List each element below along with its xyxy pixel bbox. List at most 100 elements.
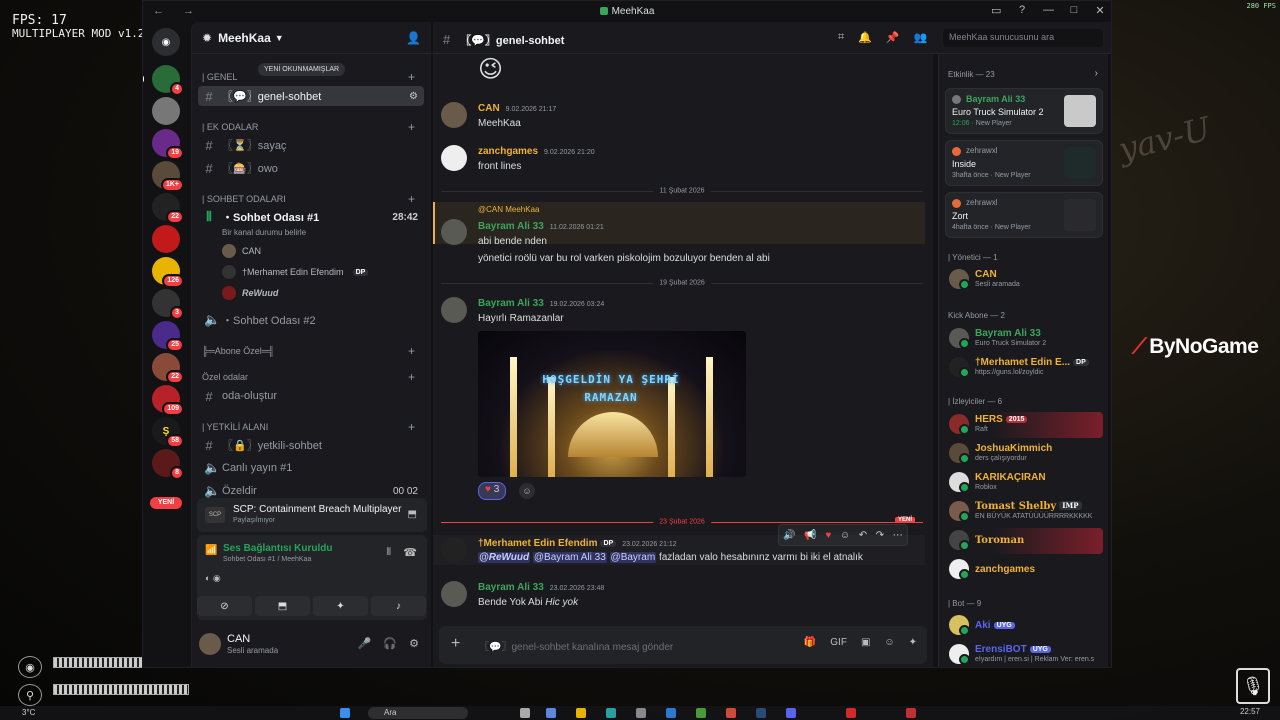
member-item[interactable]: Bayram Ali 33 Euro Truck Simulator 2: [945, 326, 1103, 352]
server-icon-10[interactable]: 22: [152, 353, 184, 384]
sticker-icon[interactable]: ▣: [861, 637, 870, 648]
chevron-right-icon[interactable]: ›: [1095, 68, 1098, 79]
avatar[interactable]: [441, 219, 467, 245]
member-item[interactable]: ErensiBOT UYG eİyardım | eren.si | Reklam …: [945, 642, 1103, 667]
message-author[interactable]: Bayram Ali 33 11.02.2026 01:21: [478, 221, 604, 232]
channel-status-hint[interactable]: Bir kanal durumu belirle: [222, 228, 306, 237]
server-icon-1[interactable]: 4: [143, 65, 184, 96]
start-icon[interactable]: [340, 708, 350, 718]
member-item[interactable]: HERS 2015 Raft: [945, 412, 1103, 438]
category-ek[interactable]: | EK ODALAR +: [202, 120, 415, 134]
soundboard-button[interactable]: ♪: [371, 596, 426, 616]
message-author[interactable]: Bayram Ali 33 23.02.2026 23:48: [478, 582, 604, 593]
discord-icon[interactable]: [786, 708, 796, 718]
server-icon-7[interactable]: 126: [152, 257, 184, 288]
category-sohbet[interactable]: | SOHBET ODALARI +: [202, 192, 415, 206]
avatar[interactable]: [199, 633, 221, 655]
help-icon[interactable]: ?: [1017, 4, 1027, 17]
voice-channel-sohbet-1[interactable]: ⫴ ・Sohbet Odası #1 28:42: [198, 207, 424, 227]
member-item[interactable]: †Merhamet Edin E... DP https://guns.lol/zo…: [945, 355, 1103, 381]
server-icon-12[interactable]: Ş 58: [152, 417, 184, 448]
maximize-button[interactable]: □: [1069, 4, 1079, 17]
member-list-icon[interactable]: 👥: [914, 31, 928, 44]
activities-button[interactable]: ✦: [313, 596, 368, 616]
disconnect-icon[interactable]: ☎: [403, 546, 417, 559]
member-item[interactable]: KARIKAÇIRAN Roblox: [945, 470, 1103, 496]
message-composer[interactable]: + 〖💬〗genel-sohbet kanalına mesaj gönder …: [439, 626, 927, 664]
apps-icon[interactable]: ✦: [909, 637, 917, 648]
category-ozel[interactable]: Özel odalar +: [202, 370, 415, 384]
emoji-icon[interactable]: ☺: [884, 637, 894, 648]
chrome-icon[interactable]: [726, 708, 736, 718]
server-icon-2[interactable]: [152, 97, 180, 125]
gif-icon[interactable]: GIF: [830, 637, 847, 648]
add-channel-icon[interactable]: +: [408, 344, 415, 358]
share-screen-icon[interactable]: ⬒: [408, 509, 417, 520]
clock[interactable]: 22:57: [1240, 707, 1260, 716]
dm-home-button[interactable]: ◉: [152, 28, 180, 56]
channel-sayac[interactable]: # 〖⏳〗sayaç: [198, 135, 424, 155]
activity-card[interactable]: zehrawxl Zort 4hafta önce · New Player: [945, 192, 1103, 238]
server-icon-6[interactable]: [152, 225, 180, 253]
attachment-image[interactable]: HOŞGELDİN YA ŞEHRİ RAMAZAN: [478, 331, 746, 477]
settings-gear-icon[interactable]: ⚙: [409, 637, 419, 650]
avatar[interactable]: [441, 145, 467, 171]
app-icon[interactable]: [546, 708, 556, 718]
app-icon[interactable]: [906, 708, 916, 718]
add-reaction-button[interactable]: ☺: [519, 483, 535, 499]
upload-plus-icon[interactable]: +: [451, 635, 460, 653]
voice-status[interactable]: Ses Bağlantısı Kuruldu: [223, 543, 332, 554]
microphone-icon[interactable]: 🎤: [358, 637, 372, 650]
category-genel[interactable]: | GENEL +: [202, 70, 415, 84]
inbox-icon[interactable]: ▭: [991, 4, 1001, 17]
minimize-button[interactable]: —: [1043, 4, 1054, 17]
new-unreads-label[interactable]: YENİ: [150, 497, 182, 509]
message-author[interactable]: †Merhamet Edin Efendim DP 23.02.2026 21:12: [478, 538, 677, 549]
server-icon-4[interactable]: 1K+: [152, 161, 184, 192]
camera-off-button[interactable]: ⊘: [197, 596, 252, 616]
invite-icon[interactable]: 👤: [406, 31, 421, 45]
app-icon[interactable]: [666, 708, 676, 718]
voice-user[interactable]: †Merhamet Edin Efendim DP: [222, 265, 369, 279]
channel-canli-yayin[interactable]: 🔈 Canlı yayın #1: [198, 458, 424, 478]
headphones-icon[interactable]: 🎧: [383, 637, 397, 650]
app-icon[interactable]: [696, 708, 706, 718]
gift-icon[interactable]: 🎁: [804, 637, 816, 648]
member-item[interactable]: Tomast Shelby IMP EN BÜYÜK ATATÜÜÜÜRRRRKKK…: [945, 499, 1103, 525]
server-icon-9[interactable]: 25: [152, 321, 184, 352]
search-input[interactable]: MeehKaa sunucusunu ara: [943, 29, 1103, 47]
member-item[interactable]: Aki UYG: [945, 613, 1103, 639]
reply-preview[interactable]: @CAN MeehKaa: [478, 205, 539, 214]
server-icon-13[interactable]: 8: [152, 449, 184, 480]
category-abone[interactable]: ╠═Abone Özel═╣ +: [202, 344, 415, 358]
activity-card[interactable]: zehrawxl Inside 3hafta önce · New Player: [945, 140, 1103, 186]
heart-reaction[interactable]: ♥ 3: [478, 482, 507, 500]
unread-pill[interactable]: YENİ OKUNMAMIŞLAR: [258, 63, 346, 76]
member-item[interactable]: JoshuaKimmich ders çalışıyordur: [945, 441, 1103, 467]
pin-icon[interactable]: 📌: [886, 31, 900, 44]
member-item[interactable]: CAN Sesli aramada: [945, 267, 1103, 293]
server-icon-11[interactable]: 109: [152, 385, 184, 416]
voice-channel-sohbet-2[interactable]: 🔈 ・Sohbet Odası #2: [198, 310, 424, 330]
app-icon[interactable]: [520, 708, 530, 718]
member-item[interactable]: zanchgames: [945, 557, 1103, 583]
add-channel-icon[interactable]: +: [408, 420, 415, 434]
message-author[interactable]: Bayram Ali 33 19.02.2026 03:24: [478, 298, 604, 309]
channel-yetkili-sohbet[interactable]: # 〖🔒〗yetkili-sohbet: [198, 435, 424, 455]
taskbar-search[interactable]: Ara: [368, 707, 468, 719]
avatar[interactable]: [441, 102, 467, 128]
add-channel-icon[interactable]: +: [408, 370, 415, 384]
steam-icon[interactable]: [756, 708, 766, 718]
message-author[interactable]: CAN 9.02.2026 21:17: [478, 103, 556, 114]
voice-location[interactable]: Sohbet Odası #1 / MeehKaa: [223, 556, 311, 563]
channel-owo[interactable]: # 〖🎰〗owo: [198, 158, 424, 178]
server-icon-8[interactable]: 3: [152, 289, 184, 320]
channel-genel-sohbet[interactable]: # 〖💬〗genel-sohbet ⚙: [198, 86, 424, 106]
message-input[interactable]: 〖💬〗genel-sohbet kanalına mesaj gönder: [479, 638, 673, 653]
avatar[interactable]: [441, 297, 467, 323]
signal-icon[interactable]: 📶: [205, 545, 217, 556]
folder-icon[interactable]: [576, 708, 586, 718]
avatar[interactable]: [441, 581, 467, 607]
close-button[interactable]: ✕: [1095, 4, 1105, 17]
app-icon[interactable]: [636, 708, 646, 718]
